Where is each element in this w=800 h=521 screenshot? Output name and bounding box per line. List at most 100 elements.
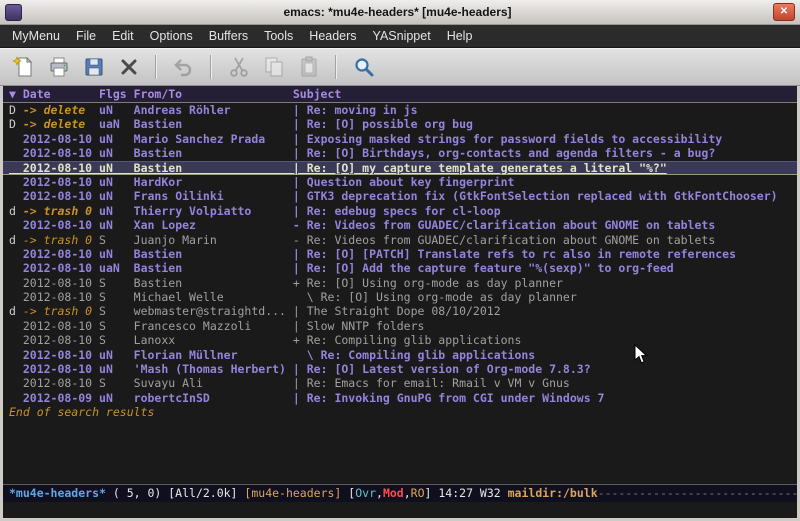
from-column: Florian Müllner bbox=[134, 348, 293, 362]
mark-column: d bbox=[9, 304, 23, 318]
title-bar[interactable]: emacs: *mu4e-headers* [mu4e-headers] ✕ bbox=[0, 0, 800, 25]
flags-column: uaN bbox=[99, 261, 134, 275]
subject-column: | Slow NNTP folders bbox=[293, 319, 425, 333]
menu-tools[interactable]: Tools bbox=[256, 26, 301, 46]
toolbar-separator bbox=[155, 55, 157, 79]
mark-column: D bbox=[9, 117, 23, 131]
echo-area[interactable] bbox=[3, 502, 797, 518]
date-column: 2012-08-10 bbox=[23, 132, 99, 146]
menu-file[interactable]: File bbox=[68, 26, 104, 46]
from-column: Bastien bbox=[134, 276, 293, 290]
mark-column: D bbox=[9, 103, 23, 117]
subject-column: + Re: [O] Using org-mode as day planner bbox=[293, 276, 563, 290]
menu-mymenu[interactable]: MyMenu bbox=[4, 26, 68, 46]
menu-options[interactable]: Options bbox=[142, 26, 201, 46]
subject-column: | Re: [O] possible org bug bbox=[293, 117, 473, 131]
modeline-segment: W32 bbox=[480, 486, 508, 500]
modeline-segment: RO bbox=[411, 486, 425, 500]
date-column: 2012-08-10 bbox=[23, 175, 99, 189]
message-row[interactable]: d -> trash 0 S Juanjo Marin - Re: Videos… bbox=[3, 233, 797, 247]
mode-line: *mu4e-headers* ( 5, 0) [All/2.0k] [mu4e-… bbox=[3, 484, 797, 502]
paste-icon bbox=[297, 55, 321, 79]
message-row[interactable]: 2012-08-10 S Francesco Mazzoli | Slow NN… bbox=[3, 319, 797, 333]
flags-column: uN bbox=[99, 161, 134, 175]
menu-headers[interactable]: Headers bbox=[301, 26, 364, 46]
modeline-segment: 14:27 bbox=[438, 486, 480, 500]
message-row[interactable]: 2012-08-10 uN Frans Oilinki | GTK3 depre… bbox=[3, 189, 797, 203]
subject-column: | Exposing masked strings for password f… bbox=[293, 132, 722, 146]
window-menu-icon[interactable] bbox=[5, 4, 22, 21]
message-row[interactable]: d -> trash 0 S webmaster@straightd... | … bbox=[3, 304, 797, 318]
save-button[interactable] bbox=[78, 53, 109, 82]
message-row[interactable]: 2012-08-10 uN Bastien | Re: [O] my captu… bbox=[3, 161, 797, 175]
message-row[interactable]: D -> delete uaN Bastien | Re: [O] possib… bbox=[3, 117, 797, 131]
subject-column: | Re: [O] Latest version of Org-mode 7.8… bbox=[293, 362, 591, 376]
message-row[interactable]: 2012-08-10 uN Mario Sanchez Prada | Expo… bbox=[3, 132, 797, 146]
date-column: 2012-08-10 bbox=[23, 319, 99, 333]
date-column: 2012-08-09 bbox=[23, 391, 99, 405]
mark-column: d bbox=[9, 204, 23, 218]
menu-yasnippet[interactable]: YASnippet bbox=[365, 26, 439, 46]
subject-column: - Re: Videos from GUADEC/clarification a… bbox=[293, 233, 715, 247]
message-row[interactable]: 2012-08-10 S Bastien + Re: [O] Using org… bbox=[3, 276, 797, 290]
paste-button bbox=[293, 53, 324, 82]
new-file-button[interactable] bbox=[8, 53, 39, 82]
mark-column bbox=[9, 348, 23, 362]
date-column: 2012-08-10 bbox=[23, 261, 99, 275]
close-button[interactable] bbox=[113, 53, 144, 82]
subject-column: | Re: [O] Birthdays, org-contacts and ag… bbox=[293, 146, 715, 160]
message-row[interactable]: 2012-08-10 uN 'Mash (Thomas Herbert) | R… bbox=[3, 362, 797, 376]
message-row[interactable]: 2012-08-10 uaN Bastien | Re: [O] Add the… bbox=[3, 261, 797, 275]
tool-bar bbox=[0, 48, 800, 86]
message-row[interactable]: 2012-08-09 uN robertcInSD | Re: Invoking… bbox=[3, 391, 797, 405]
message-row[interactable]: 2012-08-10 uN Bastien | Re: [O] Birthday… bbox=[3, 146, 797, 160]
message-row[interactable]: 2012-08-10 uN Xan Lopez - Re: Videos fro… bbox=[3, 218, 797, 232]
window-close-button[interactable]: ✕ bbox=[773, 3, 795, 21]
subject-column: | Re: Invoking GnuPG from CGI under Wind… bbox=[293, 391, 605, 405]
mark-column bbox=[9, 376, 23, 390]
date-column: 2012-08-10 bbox=[23, 333, 99, 347]
mark-column bbox=[9, 175, 23, 189]
message-row[interactable]: 2012-08-10 uN Bastien | Re: [O] [PATCH] … bbox=[3, 247, 797, 261]
subject-column: \ Re: [O] Using org-mode as day planner bbox=[293, 290, 577, 304]
message-row[interactable]: d -> trash 0 uN Thierry Volpiatto | Re: … bbox=[3, 204, 797, 218]
from-column: Bastien bbox=[134, 161, 293, 175]
message-row[interactable]: 2012-08-10 uN HardKor | Question about k… bbox=[3, 175, 797, 189]
modeline-segment: , bbox=[404, 486, 411, 500]
date-column: 2012-08-10 bbox=[23, 146, 99, 160]
flags-column: S bbox=[99, 304, 134, 318]
flags-column: S bbox=[99, 276, 134, 290]
mark-column bbox=[9, 161, 23, 175]
menu-buffers[interactable]: Buffers bbox=[201, 26, 256, 46]
mark-column bbox=[9, 290, 23, 304]
date-column: 2012-08-10 bbox=[23, 161, 99, 175]
modeline-segment: Ovr bbox=[355, 486, 376, 500]
date-column: 2012-08-10 bbox=[23, 276, 99, 290]
message-row[interactable]: 2012-08-10 S Michael Welle \ Re: [O] Usi… bbox=[3, 290, 797, 304]
menu-help[interactable]: Help bbox=[439, 26, 481, 46]
undo-button bbox=[168, 53, 199, 82]
print-button[interactable] bbox=[43, 53, 74, 82]
subject-column: | Re: moving in js bbox=[293, 103, 418, 117]
message-row[interactable]: D -> delete uN Andreas Röhler | Re: movi… bbox=[3, 103, 797, 117]
date-column: 2012-08-10 bbox=[23, 290, 99, 304]
date-column: 2012-08-10 bbox=[23, 362, 99, 376]
modeline-segment: maildir:/bulk bbox=[508, 486, 598, 500]
new-file-icon bbox=[12, 55, 36, 79]
search-button[interactable] bbox=[348, 53, 379, 82]
from-column: Bastien bbox=[134, 146, 293, 160]
subject-column: | GTK3 deprecation fix (GtkFontSelection… bbox=[293, 189, 778, 203]
from-column: Bastien bbox=[134, 247, 293, 261]
modeline-segment: , bbox=[376, 486, 383, 500]
from-column: HardKor bbox=[134, 175, 293, 189]
from-column: webmaster@straightd... bbox=[134, 304, 293, 318]
window-title: emacs: *mu4e-headers* [mu4e-headers] bbox=[22, 5, 773, 19]
mark-column bbox=[9, 189, 23, 203]
modeline-segment: [All/2.0k] bbox=[168, 486, 244, 500]
message-row[interactable]: 2012-08-10 uN Florian Müllner \ Re: Comp… bbox=[3, 348, 797, 362]
message-row[interactable]: 2012-08-10 S Lanoxx + Re: Compiling glib… bbox=[3, 333, 797, 347]
menu-edit[interactable]: Edit bbox=[104, 26, 142, 46]
date-column: 2012-08-10 bbox=[23, 218, 99, 232]
message-row[interactable]: 2012-08-10 S Suvayu Ali | Re: Emacs for … bbox=[3, 376, 797, 390]
mark-column bbox=[9, 218, 23, 232]
